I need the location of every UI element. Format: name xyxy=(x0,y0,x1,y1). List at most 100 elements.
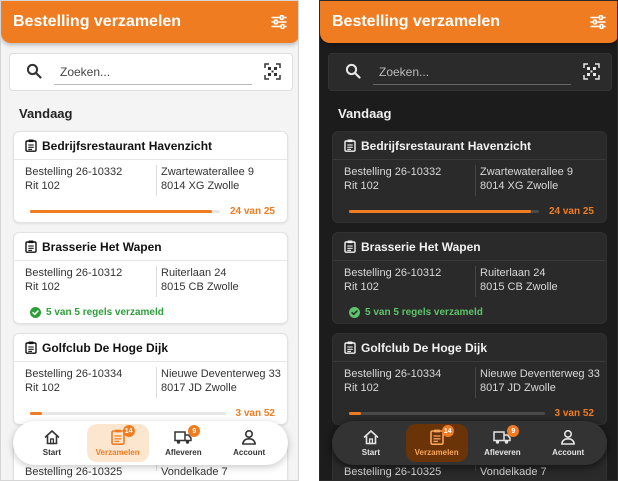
order-info: Bestelling 26-10325 xyxy=(344,465,475,478)
order-number: Bestelling 26-10325 xyxy=(344,466,442,478)
order-progress: 3 van 52 xyxy=(349,406,594,420)
order-card-body: Bestelling 26-10312 Rit 102 Ruiterlaan 2… xyxy=(14,261,287,297)
order-card[interactable]: Bedrijfsrestaurant Havenzicht Bestelling… xyxy=(13,131,288,223)
qr-scan-icon[interactable] xyxy=(583,63,601,81)
address-street: Zwartewaterallee 9 xyxy=(480,166,573,178)
progress-fill xyxy=(30,411,42,415)
order-number: Bestelling 26-10334 xyxy=(25,368,123,380)
page-title: Bestelling verzamelen xyxy=(332,13,501,30)
address-city: 8014 XG Zwolle xyxy=(480,180,559,192)
order-card-body: Bestelling 26-10334 Rit 102 Nieuwe Deven… xyxy=(14,362,287,398)
address-city: 8017 JD Zwolle xyxy=(161,382,237,394)
app-bar: Bestelling verzamelen xyxy=(1,1,298,43)
progress-bar xyxy=(30,411,226,415)
progress-text: 5 van 5 regels verzameld xyxy=(365,306,483,318)
progress-bar xyxy=(349,209,539,213)
address-city: 8015 CB Zwolle xyxy=(161,281,239,293)
app-stage: Bestelling verzamelen Vandaag Bedrijfsre… xyxy=(0,0,618,481)
nav-item-account[interactable]: Account xyxy=(218,424,280,462)
phone-light-theme: Bestelling verzamelen Vandaag Bedrijfsre… xyxy=(0,0,299,481)
order-progress: 24 van 25 xyxy=(349,204,594,218)
customer-name: Golfclub De Hoge Dijk xyxy=(42,340,169,355)
nav-item-afleveren[interactable]: Afleveren 9 xyxy=(471,424,533,462)
address-street: Vondelkade 7 xyxy=(161,466,228,478)
search-bar xyxy=(9,53,293,91)
notification-badge: 9 xyxy=(507,425,520,437)
progress-text: 3 van 52 xyxy=(235,407,275,419)
delivery-address: Zwartewaterallee 9 8014 XG Zwolle xyxy=(475,165,606,196)
complete-status: 5 van 5 regels verzameld xyxy=(30,306,164,318)
clipboard-icon xyxy=(25,240,37,253)
sliders-icon[interactable] xyxy=(589,13,607,31)
order-card[interactable]: Golfclub De Hoge Dijk Bestelling 26-1033… xyxy=(332,333,607,425)
order-progress: 24 van 25 xyxy=(30,204,275,218)
order-card[interactable]: Brasserie Het Wapen Bestelling 26-10312 … xyxy=(13,232,288,324)
order-info: Bestelling 26-10312 Rit 102 xyxy=(25,266,156,297)
nav-item-verzamelen[interactable]: Verzamelen 14 xyxy=(405,424,468,462)
address-street: Ruiterlaan 24 xyxy=(161,267,227,279)
customer-name: Bedrijfsrestaurant Havenzicht xyxy=(361,138,532,153)
route-number: Rit 102 xyxy=(344,382,379,394)
sliders-icon[interactable] xyxy=(270,13,288,31)
order-info: Bestelling 26-10312 Rit 102 xyxy=(344,266,475,297)
order-progress: 5 van 5 regels verzameld xyxy=(30,305,275,319)
progress-bar xyxy=(349,411,545,415)
search-bar xyxy=(328,53,612,91)
clipboard-icon xyxy=(344,341,356,354)
check-circle-icon xyxy=(30,306,41,318)
order-info: Bestelling 26-10325 xyxy=(25,465,156,478)
nav-label: Account xyxy=(552,448,585,457)
route-number: Rit 102 xyxy=(25,281,60,293)
delivery-address: Nieuwe Deventerweg 33 8017 JD Zwolle xyxy=(156,367,287,398)
order-number: Bestelling 26-10334 xyxy=(344,368,442,380)
customer-name: Bedrijfsrestaurant Havenzicht xyxy=(42,138,213,153)
nav-item-verzamelen[interactable]: Verzamelen 14 xyxy=(86,424,149,462)
search-input[interactable] xyxy=(373,59,571,85)
search-icon xyxy=(345,63,363,81)
notification-badge: 14 xyxy=(122,425,135,437)
delivery-address: Ruiterlaan 24 8015 CB Zwolle xyxy=(475,266,606,297)
section-heading: Vandaag xyxy=(338,106,392,121)
order-number: Bestelling 26-10312 xyxy=(25,267,123,279)
search-input[interactable] xyxy=(54,59,252,85)
progress-fill xyxy=(349,411,361,415)
address-street: Nieuwe Deventerweg 33 xyxy=(480,368,600,380)
order-card[interactable]: Brasserie Het Wapen Bestelling 26-10312 … xyxy=(332,232,607,324)
order-card-header: Bedrijfsrestaurant Havenzicht xyxy=(333,132,606,160)
address-city: 8014 XG Zwolle xyxy=(161,180,240,192)
order-card-header: Golfclub De Hoge Dijk xyxy=(333,334,606,362)
progress-text: 24 van 25 xyxy=(548,205,594,217)
order-card[interactable]: Golfclub De Hoge Dijk Bestelling 26-1033… xyxy=(13,333,288,425)
clipboard-icon xyxy=(344,240,356,253)
order-number: Bestelling 26-10332 xyxy=(25,166,123,178)
order-info: Bestelling 26-10334 Rit 102 xyxy=(25,367,156,398)
nav-item-start[interactable]: Start xyxy=(340,424,402,462)
clipboard-icon xyxy=(25,341,37,354)
order-card-body: Bestelling 26-10334 Rit 102 Nieuwe Deven… xyxy=(333,362,606,398)
customer-name: Brasserie Het Wapen xyxy=(42,239,162,254)
nav-item-afleveren[interactable]: Afleveren 9 xyxy=(152,424,214,462)
app-bar: Bestelling verzamelen xyxy=(320,1,617,43)
search-icon xyxy=(26,63,44,81)
qr-scan-icon[interactable] xyxy=(264,63,282,81)
person-icon xyxy=(240,429,258,445)
order-card-body: Bestelling 26-10312 Rit 102 Ruiterlaan 2… xyxy=(333,261,606,297)
bottom-nav: Start Verzamelen 14 Afleveren 9 Account xyxy=(13,421,288,465)
nav-item-account[interactable]: Account xyxy=(537,424,599,462)
delivery-address: Nieuwe Deventerweg 33 8017 JD Zwolle xyxy=(475,367,606,398)
home-icon xyxy=(43,429,61,445)
nav-label: Verzamelen xyxy=(414,448,459,457)
route-number: Rit 102 xyxy=(344,281,379,293)
order-card-body: Bestelling 26-10332 Rit 102 Zwartewatera… xyxy=(14,160,287,196)
order-card-body: Bestelling 26-10332 Rit 102 Zwartewatera… xyxy=(333,160,606,196)
notification-badge: 14 xyxy=(441,425,454,437)
customer-name: Golfclub De Hoge Dijk xyxy=(361,340,488,355)
order-card-header: Golfclub De Hoge Dijk xyxy=(14,334,287,362)
nav-label: Afleveren xyxy=(484,448,521,457)
clipboard-icon xyxy=(25,139,37,152)
nav-item-start[interactable]: Start xyxy=(21,424,83,462)
order-card-header: Bedrijfsrestaurant Havenzicht xyxy=(14,132,287,160)
route-number: Rit 102 xyxy=(25,180,60,192)
section-heading: Vandaag xyxy=(19,106,73,121)
order-card[interactable]: Bedrijfsrestaurant Havenzicht Bestelling… xyxy=(332,131,607,223)
